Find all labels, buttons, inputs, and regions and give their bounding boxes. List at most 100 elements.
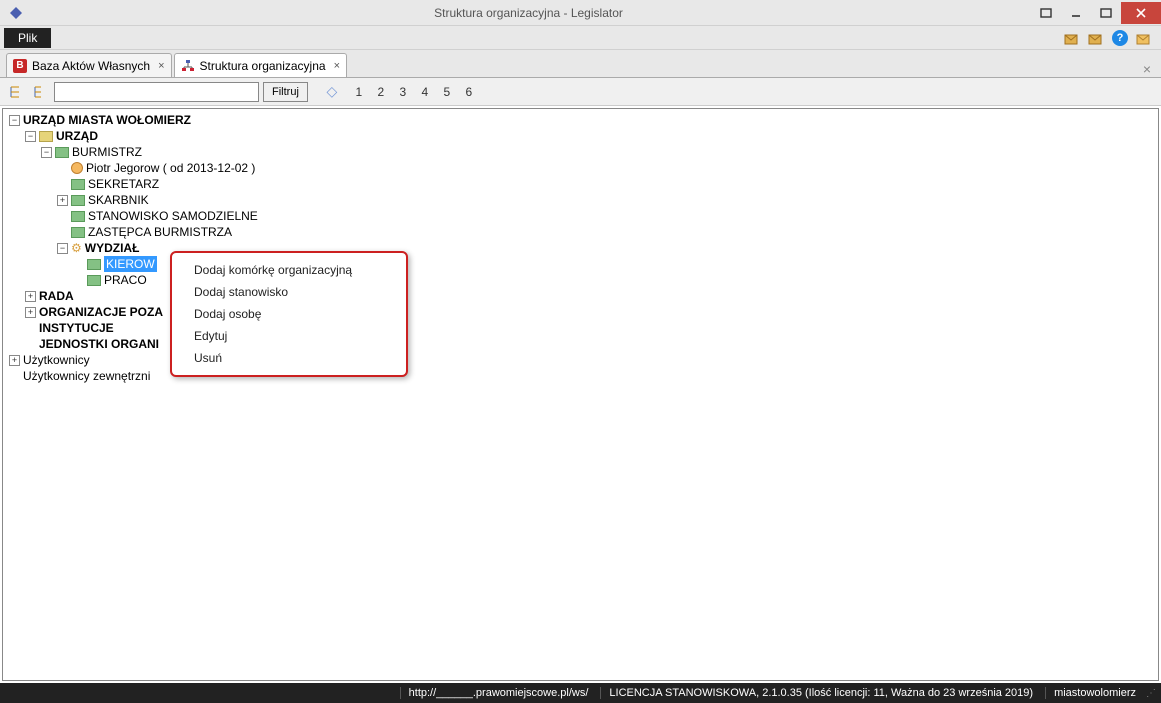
expand-icon[interactable]: + bbox=[57, 195, 68, 206]
level-1[interactable]: 1 bbox=[352, 85, 366, 99]
status-city: miastowolomierz bbox=[1045, 687, 1136, 699]
level-6[interactable]: 6 bbox=[462, 85, 476, 99]
mail-alert-icon[interactable] bbox=[1135, 29, 1153, 47]
toolbar: Filtruj ◇ 1 2 3 4 5 6 bbox=[0, 78, 1161, 106]
tab-icon-struktura bbox=[181, 59, 195, 73]
tree-label: KIEROW bbox=[104, 256, 157, 272]
window-close-icon[interactable] bbox=[1121, 2, 1161, 24]
tree-label: PRACO bbox=[104, 272, 147, 288]
level-3[interactable]: 3 bbox=[396, 85, 410, 99]
window-minimize-icon[interactable] bbox=[1061, 2, 1091, 24]
collapse-icon[interactable]: − bbox=[41, 147, 52, 158]
spacer bbox=[57, 179, 68, 190]
title-bar: Struktura organizacyjna - Legislator bbox=[0, 0, 1161, 26]
tree-label: STANOWISKO SAMODZIELNE bbox=[88, 208, 258, 224]
folder-icon bbox=[87, 259, 101, 270]
tabs-bar: B Baza Aktów Własnych × Struktura organi… bbox=[0, 50, 1161, 78]
tab-icon-baza: B bbox=[13, 59, 27, 73]
tree-node-burmistrz[interactable]: − BURMISTRZ bbox=[41, 144, 1154, 160]
tab-close-icon[interactable]: × bbox=[334, 60, 340, 72]
tree-node-urzad[interactable]: − URZĄD bbox=[25, 128, 1154, 144]
spacer bbox=[57, 163, 68, 174]
menu-tool-icons: ? bbox=[1063, 29, 1161, 47]
collapse-icon[interactable]: − bbox=[57, 243, 68, 254]
window-title: Struktura organizacyjna - Legislator bbox=[26, 6, 1031, 20]
folder-icon bbox=[71, 179, 85, 190]
spacer bbox=[57, 211, 68, 222]
search-input[interactable] bbox=[54, 82, 259, 102]
tree-label: ZASTĘPCA BURMISTRZA bbox=[88, 224, 232, 240]
filter-button[interactable]: Filtruj bbox=[263, 82, 308, 102]
tree-node-skarbnik[interactable]: + SKARBNIK bbox=[57, 192, 1154, 208]
spacer bbox=[25, 339, 36, 350]
tab-close-icon[interactable]: × bbox=[158, 60, 164, 72]
tree-label: SEKRETARZ bbox=[88, 176, 159, 192]
expand-tree-button[interactable] bbox=[6, 82, 26, 102]
tree-label: Piotr Jegorow ( od 2013-12-02 ) bbox=[86, 160, 255, 176]
collapse-tree-button[interactable] bbox=[30, 82, 50, 102]
level-4[interactable]: 4 bbox=[418, 85, 432, 99]
status-license: LICENCJA STANOWISKOWA, 2.1.0.35 (Ilość l… bbox=[600, 687, 1033, 699]
app-icon bbox=[6, 3, 26, 23]
menu-bar: Plik ? bbox=[0, 26, 1161, 50]
spacer bbox=[73, 259, 84, 270]
tree-panel: − URZĄD MIASTA WOŁOMIERZ − URZĄD bbox=[2, 108, 1159, 681]
mail-in-icon[interactable] bbox=[1063, 29, 1081, 47]
tree-label: Użytkownicy bbox=[23, 352, 90, 368]
menu-file[interactable]: Plik bbox=[4, 28, 51, 48]
tree-label: INSTYTUCJE bbox=[39, 320, 114, 336]
spacer bbox=[25, 323, 36, 334]
tree-node-stanowisko[interactable]: STANOWISKO SAMODZIELNE bbox=[57, 208, 1154, 224]
status-url: http://______.prawomiejscowe.pl/ws/ bbox=[400, 687, 589, 699]
folder-icon bbox=[71, 227, 85, 238]
main-area: − URZĄD MIASTA WOŁOMIERZ − URZĄD bbox=[0, 106, 1161, 683]
tree-label: JEDNOSTKI ORGANI bbox=[39, 336, 159, 352]
spacer bbox=[73, 275, 84, 286]
window-maximize-icon[interactable] bbox=[1091, 2, 1121, 24]
collapse-icon[interactable]: − bbox=[25, 131, 36, 142]
ctx-edit[interactable]: Edytuj bbox=[172, 325, 406, 347]
level-2[interactable]: 2 bbox=[374, 85, 388, 99]
mail-out-icon[interactable] bbox=[1087, 29, 1105, 47]
tab-baza-aktow[interactable]: B Baza Aktów Własnych × bbox=[6, 53, 172, 77]
tree-node-root[interactable]: − URZĄD MIASTA WOŁOMIERZ bbox=[9, 112, 1154, 128]
tree-label: BURMISTRZ bbox=[72, 144, 142, 160]
eraser-icon[interactable]: ◇ bbox=[322, 82, 342, 102]
folder-icon bbox=[71, 195, 85, 206]
ctx-add-person[interactable]: Dodaj osobę bbox=[172, 303, 406, 325]
ctx-delete[interactable]: Usuń bbox=[172, 347, 406, 369]
status-bar: http://______.prawomiejscowe.pl/ws/ LICE… bbox=[0, 683, 1161, 703]
collapse-icon[interactable]: − bbox=[9, 115, 20, 126]
level-5[interactable]: 5 bbox=[440, 85, 454, 99]
folder-icon bbox=[55, 147, 69, 158]
window-restore-icon[interactable] bbox=[1031, 2, 1061, 24]
expand-icon[interactable]: + bbox=[25, 291, 36, 302]
window-buttons bbox=[1031, 2, 1161, 24]
tab-label: Struktura organizacyjna bbox=[200, 59, 326, 73]
expand-icon[interactable]: + bbox=[25, 307, 36, 318]
spacer bbox=[57, 227, 68, 238]
tree-node-sekretarz[interactable]: SEKRETARZ bbox=[57, 176, 1154, 192]
tree-node-zastepca[interactable]: ZASTĘPCA BURMISTRZA bbox=[57, 224, 1154, 240]
person-icon bbox=[71, 162, 83, 174]
tree-label: URZĄD bbox=[56, 128, 98, 144]
tree-label: WYDZIAŁ bbox=[85, 240, 140, 256]
folder-icon bbox=[87, 275, 101, 286]
tree-label: URZĄD MIASTA WOŁOMIERZ bbox=[23, 112, 191, 128]
help-icon[interactable]: ? bbox=[1111, 29, 1129, 47]
tab-label: Baza Aktów Własnych bbox=[32, 59, 150, 73]
resize-grip-icon[interactable]: ⋰ bbox=[1146, 688, 1155, 699]
spacer bbox=[9, 371, 20, 382]
tree-label: Użytkownicy zewnętrzni bbox=[23, 368, 150, 384]
tabs-close-all-icon[interactable]: × bbox=[1133, 61, 1161, 77]
tree-label: SKARBNIK bbox=[88, 192, 149, 208]
tree-label: RADA bbox=[39, 288, 74, 304]
gear-icon: ⚙ bbox=[71, 240, 82, 256]
expand-icon[interactable]: + bbox=[9, 355, 20, 366]
tab-struktura[interactable]: Struktura organizacyjna × bbox=[174, 53, 348, 77]
ctx-add-unit[interactable]: Dodaj komórkę organizacyjną bbox=[172, 259, 406, 281]
ctx-add-position[interactable]: Dodaj stanowisko bbox=[172, 281, 406, 303]
level-buttons: 1 2 3 4 5 6 bbox=[352, 85, 476, 99]
folder-icon bbox=[39, 131, 53, 142]
tree-node-person[interactable]: Piotr Jegorow ( od 2013-12-02 ) bbox=[57, 160, 1154, 176]
